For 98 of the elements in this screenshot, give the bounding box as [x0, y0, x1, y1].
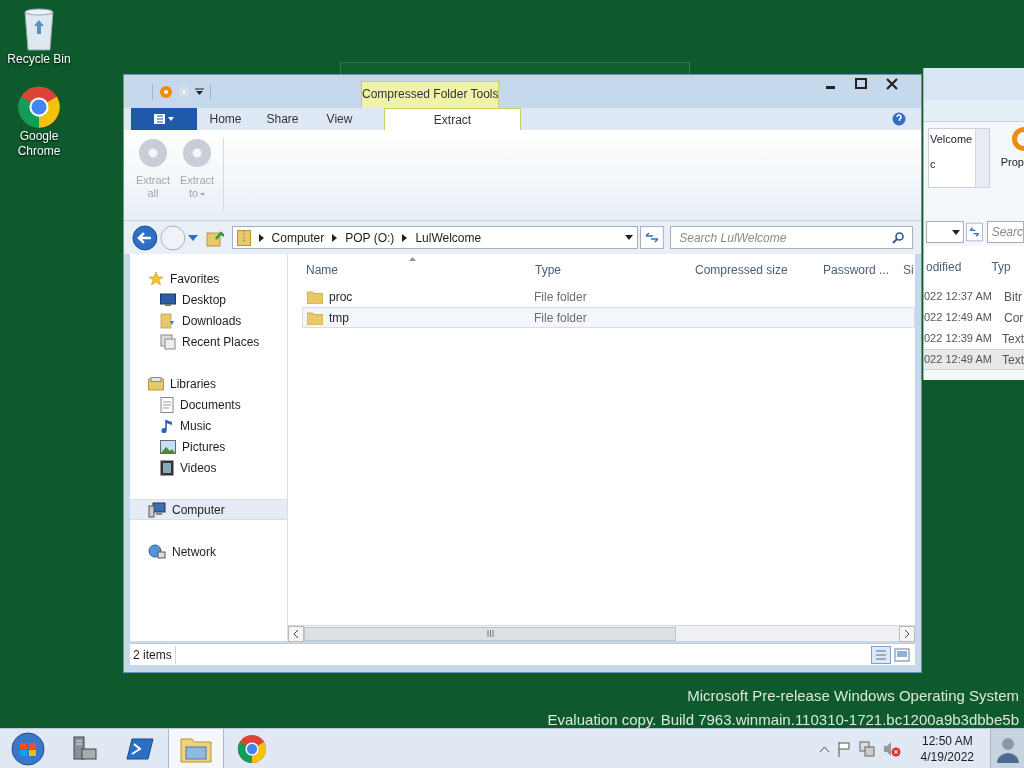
taskbar-app-button[interactable] [168, 728, 224, 768]
nav-item[interactable]: Favorites [130, 268, 287, 289]
contextual-tab-group: Compressed Folder Tools [361, 81, 499, 109]
disc-icon [182, 138, 212, 168]
nav-item[interactable]: Videos [130, 457, 287, 478]
properties-icon [1012, 126, 1024, 152]
file-row[interactable]: tmp File folder [302, 307, 915, 328]
status-text: 2 items [130, 645, 176, 664]
nav-item[interactable]: Downloads [130, 310, 287, 331]
ribbon-tab[interactable]: Share [254, 108, 311, 130]
desktop-icon-label[interactable]: Recycle Bin [4, 52, 74, 67]
file-name: tmp [329, 309, 349, 327]
file-row[interactable]: 022 12:37 AM Bitr [924, 286, 1024, 307]
folder-icon [307, 310, 323, 325]
refresh-icon[interactable] [640, 226, 665, 249]
search-icon [892, 231, 904, 244]
recycle-bin-icon[interactable] [22, 6, 56, 52]
column-header[interactable]: Name [306, 261, 535, 279]
system-watermark-text: Microsoft Pre-release Windows Operating System [687, 686, 1019, 706]
chevron-icon[interactable] [258, 233, 264, 242]
help-icon[interactable] [892, 112, 906, 126]
column-header[interactable]: odified [924, 258, 962, 276]
server-manager-icon [70, 734, 98, 763]
chrome-logo-icon [237, 733, 267, 764]
ribbon-tab[interactable]: Extract [384, 108, 521, 130]
file-name: proc [329, 288, 353, 306]
breadcrumb[interactable]: Computer [271, 228, 325, 247]
speaker-muted-icon[interactable] [882, 740, 901, 757]
details-view-icon[interactable] [871, 645, 891, 664]
folder-download-icon [160, 312, 176, 329]
recent-places-icon [160, 333, 176, 350]
scroll-left-icon[interactable] [288, 625, 304, 642]
ribbon-tab[interactable]: Home [197, 108, 254, 130]
nav-item[interactable]: Recent Places [130, 331, 287, 352]
clock-time[interactable]: 12:50 AM [921, 732, 973, 749]
film-icon [160, 459, 174, 476]
customize-caret-icon[interactable] [195, 88, 204, 96]
dropdown-caret-icon[interactable] [625, 235, 634, 240]
chevron-icon[interactable] [402, 233, 408, 242]
file-row[interactable]: 022 12:49 AM Text [924, 349, 1024, 370]
document-icon [160, 396, 174, 413]
picture-icon [160, 439, 176, 454]
system-watermark-text: Evaluation copy. Build 7963.winmain.110310-1721.bc1200a9b3dbbe5b [547, 710, 1019, 730]
nav-item[interactable]: Desktop [130, 289, 287, 310]
file-row[interactable]: 022 12:49 AM Cor [924, 307, 1024, 328]
disc-icon [138, 138, 168, 168]
close-icon[interactable] [885, 77, 899, 91]
monitor-icon [160, 292, 176, 307]
list-line: Velcome [930, 132, 974, 147]
chevron-icon[interactable] [332, 233, 338, 242]
list-line: c [930, 156, 937, 172]
column-header[interactable]: Typ [991, 258, 1011, 276]
library-icon [148, 376, 164, 391]
nav-item[interactable]: Libraries [130, 373, 287, 394]
scroll-right-icon[interactable] [899, 625, 915, 642]
menu-icon [154, 114, 174, 124]
file-type: File folder [534, 309, 587, 327]
search-field[interactable]: Searc [986, 221, 1024, 243]
clock-date[interactable]: 4/19/2022 [920, 748, 974, 765]
nav-item[interactable]: Computer [130, 499, 287, 520]
chrome-logo-icon [17, 85, 61, 129]
file-menu-button[interactable] [131, 108, 197, 130]
thumbnails-view-icon[interactable] [893, 645, 911, 664]
ribbon-tab[interactable]: View [311, 108, 368, 130]
ribbon-button-label[interactable]: Prop [1000, 154, 1024, 171]
nav-item[interactable]: Documents [130, 394, 287, 415]
nav-item[interactable]: Pictures [130, 436, 287, 457]
show-desktop-button[interactable] [990, 728, 1024, 768]
column-header[interactable]: Si [903, 261, 914, 279]
star-icon [148, 270, 164, 287]
search-input[interactable]: Search LulWelcome [679, 228, 892, 247]
music-note-icon [160, 417, 174, 434]
maximize-icon[interactable] [855, 78, 867, 90]
breadcrumb[interactable]: POP (O:) [345, 228, 395, 247]
powershell-icon [126, 736, 154, 761]
chevron-up-icon[interactable] [819, 745, 829, 752]
network-icon [148, 543, 166, 560]
dropdown-caret-icon[interactable] [951, 229, 960, 235]
breadcrumb[interactable]: LulWelcome [415, 228, 482, 247]
nav-item[interactable]: Music [130, 415, 287, 436]
desktop-icon-label[interactable]: Google Chrome [4, 129, 74, 159]
refresh-icon[interactable] [965, 221, 983, 243]
column-header[interactable]: Type [535, 261, 695, 279]
zip-folder-icon [236, 229, 251, 246]
sort-arrow-icon [409, 257, 416, 261]
grip-icon [486, 630, 494, 637]
address-bar[interactable]: Computer POP (O:) LulWelcome [231, 226, 639, 249]
file-type: File folder [534, 288, 587, 306]
search-field[interactable]: Search LulWelcome [670, 226, 913, 249]
windows-logo-icon [11, 731, 45, 766]
computer-icon [148, 501, 166, 518]
flag-icon[interactable] [836, 740, 851, 757]
folder-icon [307, 289, 323, 304]
network-icon[interactable] [858, 740, 875, 757]
history-caret-icon[interactable] [187, 234, 198, 241]
column-header[interactable]: Compressed size [695, 261, 823, 279]
column-header[interactable]: Password ... [823, 261, 903, 279]
nav-item[interactable]: Network [130, 541, 287, 562]
